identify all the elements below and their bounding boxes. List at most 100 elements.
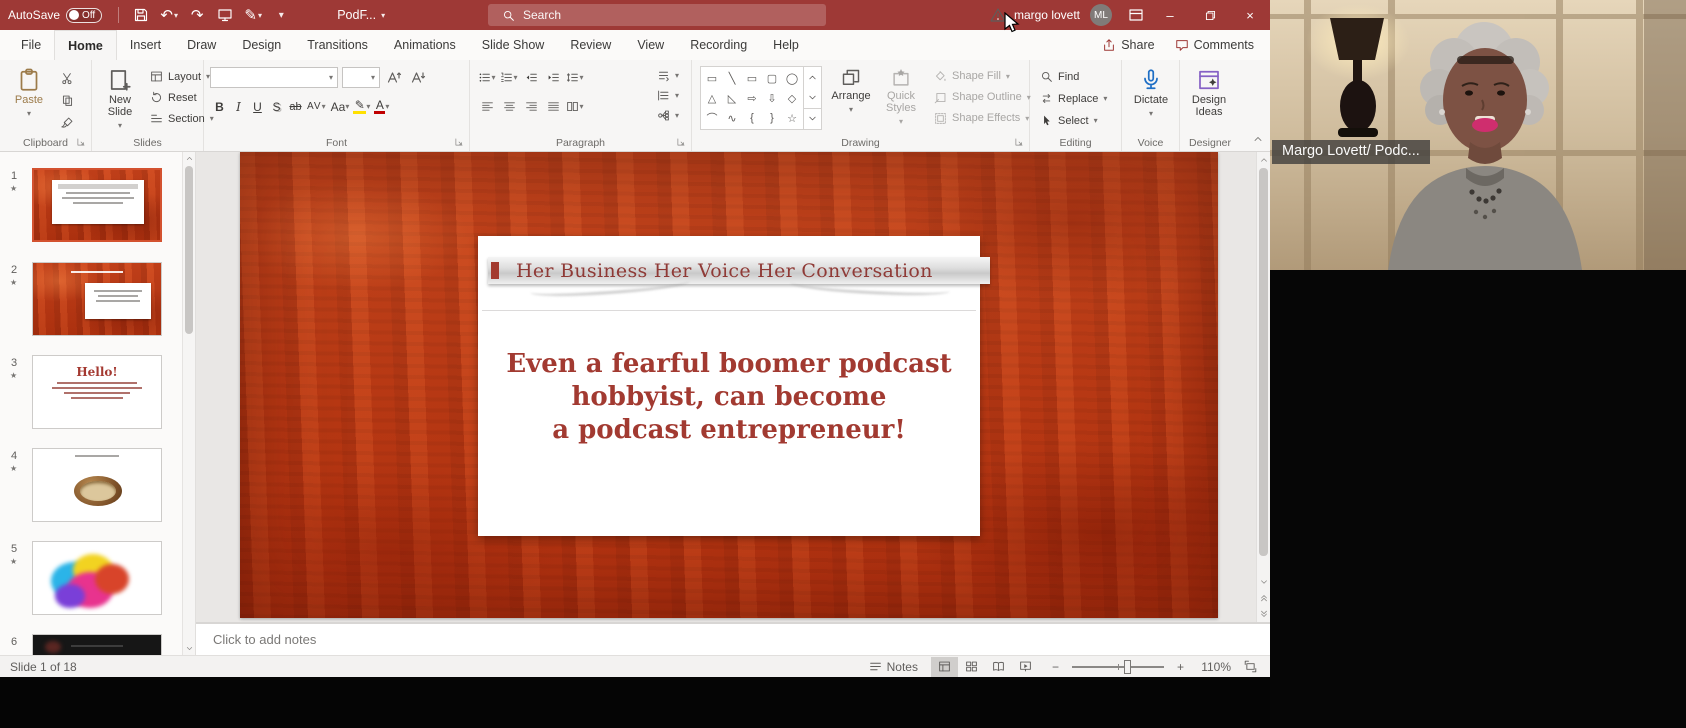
shape-arrow-down-icon[interactable]: ⇩ (762, 88, 782, 108)
next-slide-button[interactable] (1257, 606, 1270, 622)
slide-title-box[interactable]: Her Business Her Voice Her Conversation (488, 257, 990, 284)
font-dialog-launcher[interactable] (454, 137, 465, 148)
shape-rectangle-icon[interactable]: ▭ (702, 68, 722, 88)
align-left-button[interactable] (476, 96, 498, 116)
font-color-button[interactable]: A ▾ (372, 96, 391, 117)
tab-help[interactable]: Help (760, 30, 812, 60)
line-spacing-button[interactable]: ▾ (564, 67, 586, 87)
shape-rectangle2-icon[interactable]: ▭ (742, 68, 762, 88)
shape-outline-button[interactable]: Shape Outline ▾ (930, 87, 1035, 107)
arrange-button[interactable]: Arrange ▾ (826, 64, 876, 132)
customize-quick-access-button[interactable]: ▾ (267, 1, 295, 29)
slide-canvas[interactable]: Her Business Her Voice Her Conversation … (240, 152, 1218, 618)
slide-thumbnail-5[interactable] (32, 541, 162, 615)
copy-button[interactable] (56, 90, 78, 110)
animation-star-icon[interactable]: ★ (10, 184, 17, 193)
shape-oval-icon[interactable]: ◯ (782, 68, 802, 88)
save-button[interactable] (127, 1, 155, 29)
zoom-slider[interactable] (1071, 659, 1164, 674)
scroll-up-button[interactable] (183, 152, 196, 165)
notes-pane[interactable]: Click to add notes (196, 622, 1270, 655)
character-spacing-button[interactable]: AV ▾ (305, 96, 329, 117)
dictate-button[interactable]: Dictate ▾ (1127, 64, 1175, 132)
convert-smartart-button[interactable]: ▾ (653, 106, 683, 125)
format-painter-button[interactable] (56, 112, 78, 132)
strikethrough-button[interactable]: ab (286, 96, 305, 117)
cut-button[interactable] (56, 68, 78, 88)
paste-button[interactable]: Paste ▾ (6, 64, 52, 132)
text-direction-button[interactable]: ▾ (653, 66, 683, 85)
scroll-down-button[interactable] (1257, 574, 1270, 590)
increase-indent-button[interactable] (542, 67, 564, 87)
tab-review[interactable]: Review (557, 30, 624, 60)
slide-thumbnail-2[interactable] (32, 262, 162, 336)
tab-design[interactable]: Design (229, 30, 294, 60)
draw-tool-button[interactable]: ✎ ▾ (239, 1, 267, 29)
columns-button[interactable]: ▾ (564, 96, 586, 116)
font-size-combo[interactable]: ▾ (342, 67, 380, 88)
shape-right-triangle-icon[interactable]: ◺ (722, 88, 742, 108)
redo-button[interactable]: ↷ (183, 1, 211, 29)
shape-triangle-icon[interactable]: △ (702, 88, 722, 108)
grow-font-button[interactable] (384, 67, 404, 88)
new-slide-button[interactable]: New Slide ▾ (96, 64, 144, 132)
tab-insert[interactable]: Insert (117, 30, 174, 60)
slideshow-view-button[interactable] (1012, 657, 1039, 677)
quick-styles-button[interactable]: Quick Styles ▾ (876, 64, 926, 132)
shapes-gallery[interactable]: ▭ ╲ ▭ ▢ ◯ △ ◺ ⇨ ⇩ ◇ ⌒ ∿ { } ☆ (700, 66, 822, 130)
tab-home[interactable]: Home (54, 30, 117, 60)
shape-arrow-right-icon[interactable]: ⇨ (742, 88, 762, 108)
fit-to-window-button[interactable] (1239, 657, 1262, 677)
tab-animations[interactable]: Animations (381, 30, 469, 60)
zoom-out-button[interactable]: − (1047, 657, 1064, 677)
shape-fill-button[interactable]: Shape Fill ▾ (930, 66, 1035, 86)
scroll-down-button[interactable] (183, 642, 196, 655)
shape-rounded-rect-icon[interactable]: ▢ (762, 68, 782, 88)
bold-button[interactable]: B (210, 96, 229, 117)
editor-scrollbar[interactable] (1256, 152, 1270, 622)
clipboard-dialog-launcher[interactable] (76, 137, 87, 148)
scroll-up-button[interactable] (1257, 152, 1270, 168)
minimize-button[interactable]: – (1150, 0, 1190, 30)
document-title[interactable]: PodF... ▾ (337, 8, 385, 22)
comments-button[interactable]: Comments (1175, 38, 1254, 52)
avatar[interactable]: ML (1090, 4, 1112, 26)
tab-transitions[interactable]: Transitions (294, 30, 381, 60)
ribbon-display-options-button[interactable] (1122, 1, 1150, 29)
animation-star-icon[interactable]: ★ (10, 557, 17, 566)
change-case-button[interactable]: Aa ▾ (329, 96, 352, 117)
animation-star-icon[interactable]: ★ (10, 464, 17, 473)
notes-toggle-button[interactable]: Notes (864, 657, 923, 677)
drawing-dialog-launcher[interactable] (1014, 137, 1025, 148)
zoom-slider-thumb[interactable] (1123, 659, 1131, 674)
collapse-ribbon-button[interactable] (1252, 130, 1264, 148)
shape-diamond-icon[interactable]: ◇ (782, 88, 802, 108)
slide-body-text[interactable]: Even a fearful boomer podcast hobbyist, … (478, 348, 980, 447)
scrollbar-thumb[interactable] (1259, 168, 1268, 556)
italic-button[interactable]: I (229, 96, 248, 117)
share-button[interactable]: Share (1102, 38, 1155, 52)
tab-slide-show[interactable]: Slide Show (469, 30, 558, 60)
justify-button[interactable] (542, 96, 564, 116)
shape-effects-button[interactable]: Shape Effects ▾ (930, 108, 1035, 128)
shape-brace-left-icon[interactable]: { (742, 108, 762, 128)
undo-button[interactable]: ↶ ▾ (155, 1, 183, 29)
highlight-color-button[interactable]: ✎ ▾ (351, 96, 372, 117)
text-shadow-button[interactable]: S (267, 96, 286, 117)
slide-title-text[interactable]: Her Business Her Voice Her Conversation (488, 260, 933, 282)
decrease-indent-button[interactable] (520, 67, 542, 87)
animation-star-icon[interactable]: ★ (10, 371, 17, 380)
numbering-button[interactable]: ▾ (498, 67, 520, 87)
warning-icon[interactable] (990, 7, 1006, 23)
slide-thumbnail-6[interactable] (32, 634, 162, 655)
close-button[interactable]: × (1230, 0, 1270, 30)
slide-thumbnail-3[interactable]: Hello! (32, 355, 162, 429)
tab-file[interactable]: File (8, 30, 54, 60)
shapes-scroll-up-button[interactable] (804, 67, 821, 87)
account-name[interactable]: margo lovett (1014, 8, 1080, 22)
paragraph-dialog-launcher[interactable] (676, 137, 687, 148)
bullets-button[interactable]: ▾ (476, 67, 498, 87)
select-button[interactable]: Select ▾ (1036, 110, 1111, 131)
align-center-button[interactable] (498, 96, 520, 116)
tab-recording[interactable]: Recording (677, 30, 760, 60)
